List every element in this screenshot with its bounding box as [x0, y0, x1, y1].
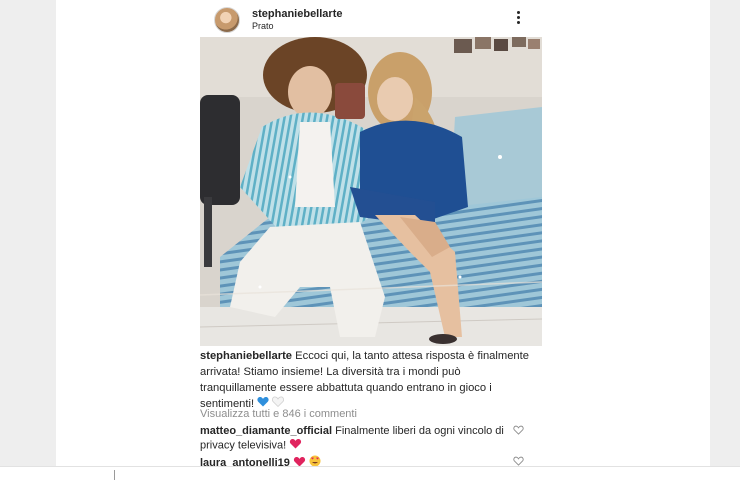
red-heart-emoji	[289, 438, 302, 453]
avatar[interactable]	[214, 7, 240, 33]
divider	[114, 470, 115, 480]
heart-outline-icon[interactable]	[513, 456, 524, 466]
comment-username[interactable]: matteo_diamante_official	[200, 425, 332, 437]
post-photo[interactable]	[200, 37, 542, 346]
post-location[interactable]: Prato	[252, 21, 274, 31]
instagram-post: stephaniebellarte Prato stephaniebellart…	[200, 0, 542, 469]
post-header: stephaniebellarte Prato	[200, 0, 542, 37]
post-username[interactable]: stephaniebellarte	[252, 8, 342, 20]
post-caption: stephaniebellarte Eccoci qui, la tanto a…	[200, 348, 530, 412]
comment-item: matteo_diamante_official Finalmente libe…	[200, 424, 520, 453]
heart-outline-icon[interactable]	[513, 425, 524, 435]
view-all-comments-link[interactable]: Visualizza tutti e 846 i commenti	[200, 408, 357, 420]
bottom-bar	[0, 466, 740, 481]
caption-username[interactable]: stephaniebellarte	[200, 350, 292, 362]
more-vertical-icon[interactable]	[513, 10, 523, 28]
